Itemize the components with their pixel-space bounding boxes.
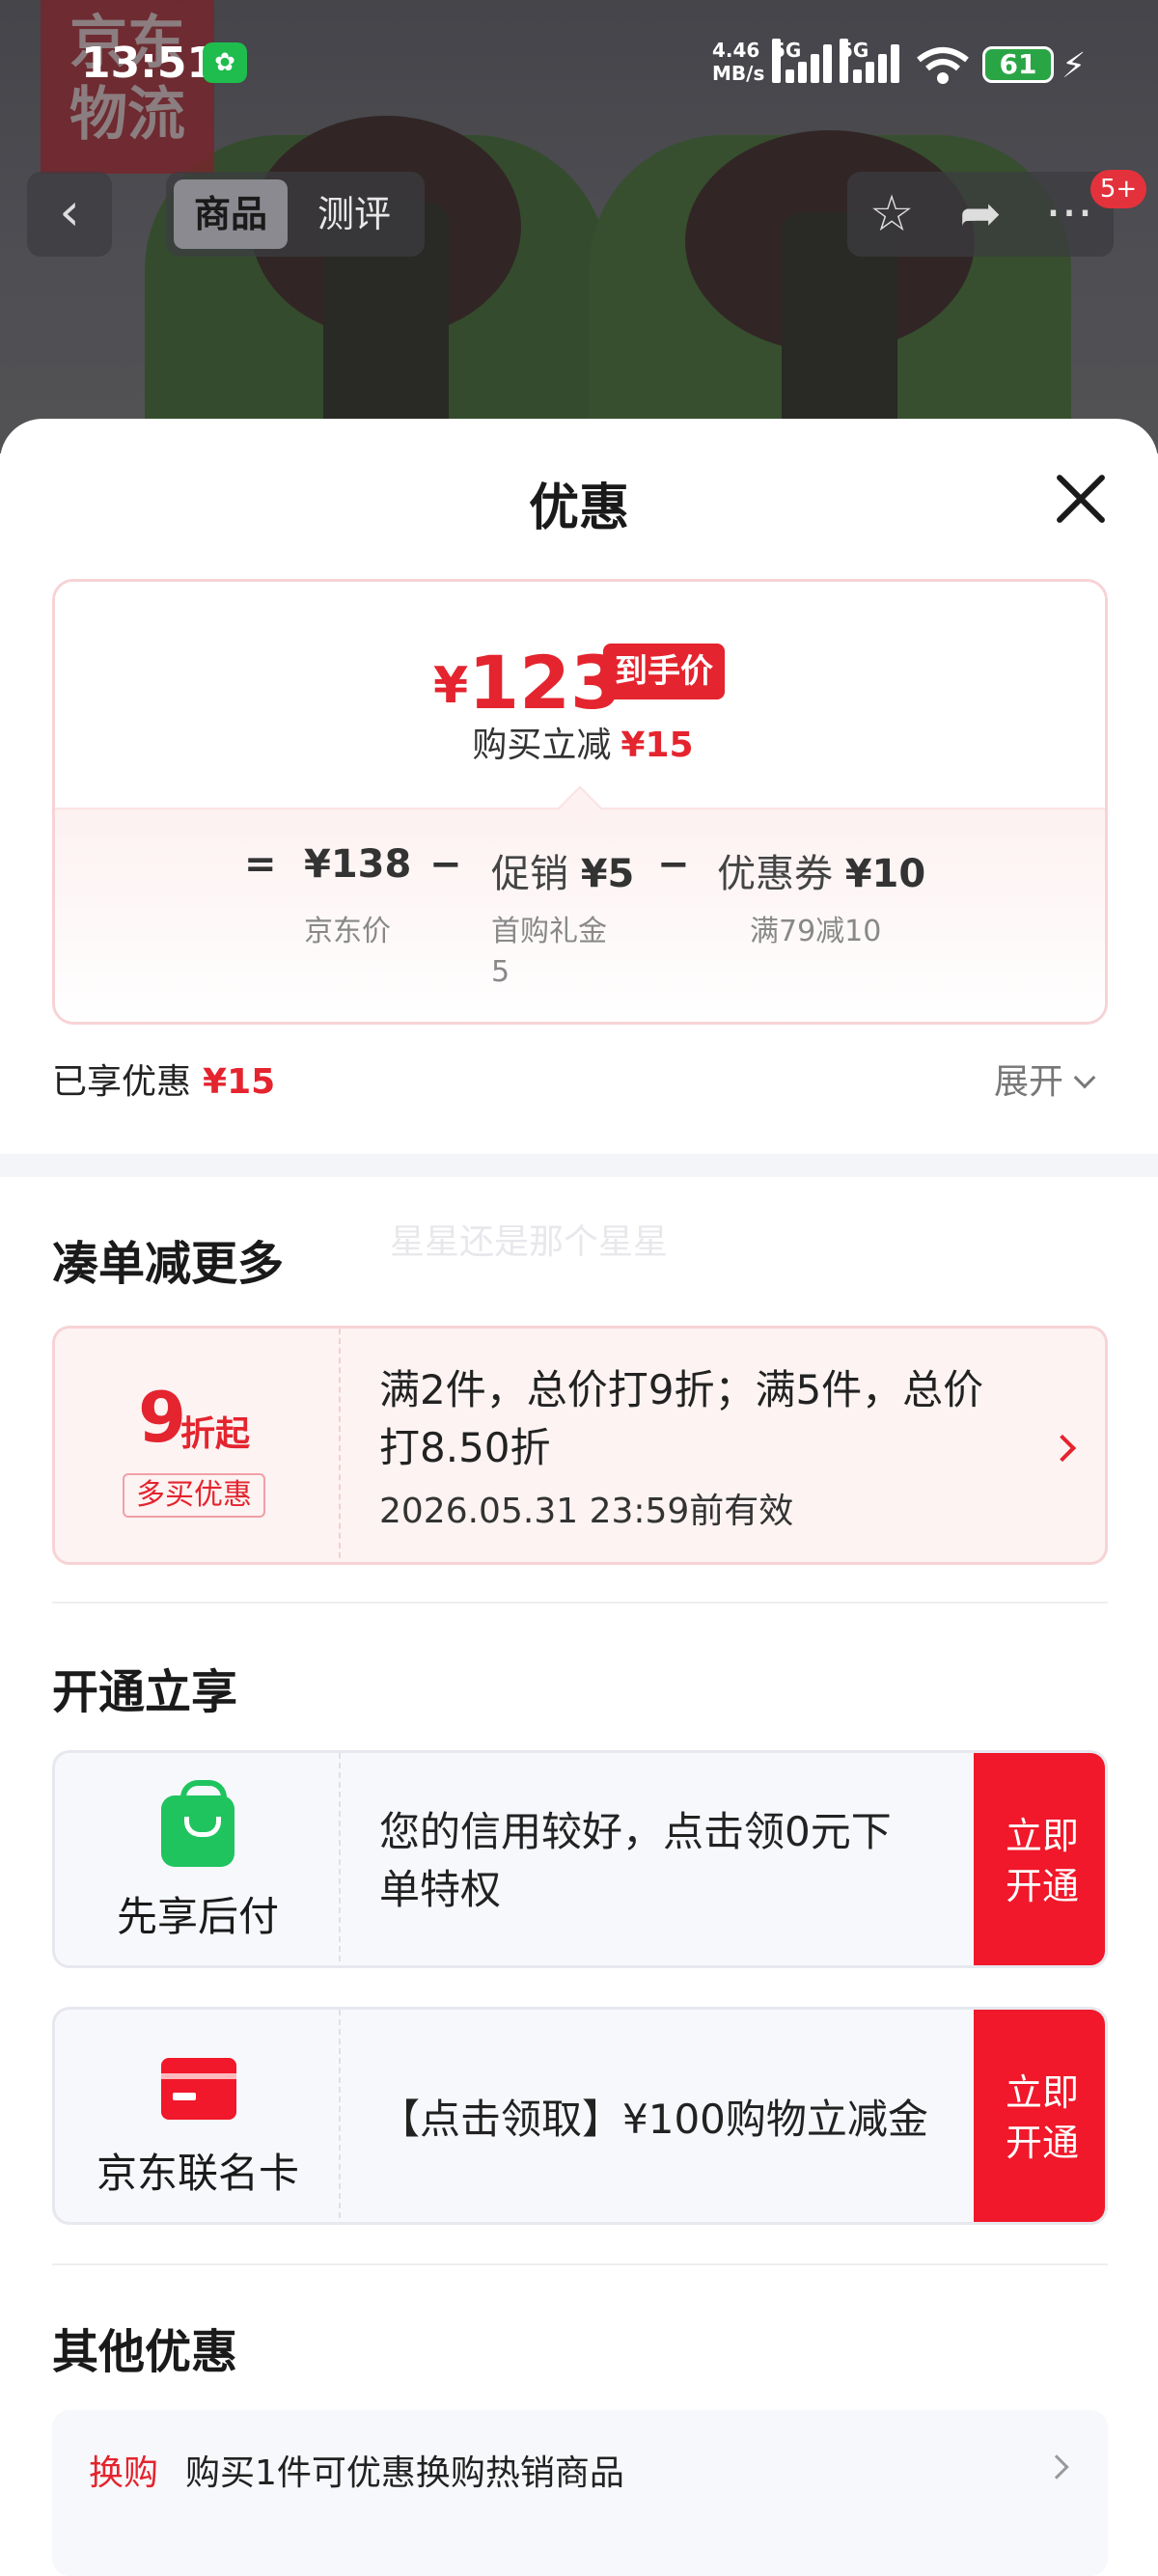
- signal-icon-2: 5G: [840, 39, 905, 83]
- sheet-title: 优惠: [528, 480, 629, 537]
- expand-button[interactable]: 展开: [994, 1054, 1096, 1104]
- top-tabs: 商品 测评: [166, 172, 425, 257]
- coupon-value: 优惠券 ¥10: [717, 852, 926, 896]
- section-title-open: 开通立享: [52, 1665, 238, 1719]
- battery-indicator: 61: [982, 46, 1054, 83]
- exchange-offer-item[interactable]: 换购 购买1件可优惠换购热销商品: [52, 2410, 1108, 2576]
- credit-card-name: 京东联名卡: [96, 2150, 299, 2197]
- coupon-label: 满79减10: [750, 915, 882, 948]
- section-title-other: 其他优惠: [52, 2325, 238, 2379]
- back-button[interactable]: ‹: [27, 172, 112, 257]
- exchange-label: 换购: [89, 2453, 159, 2493]
- shopping-bag-icon: [161, 1780, 234, 1867]
- wechat-icon: ✿: [203, 42, 247, 83]
- enjoyed-discount: 已享优惠 ¥15: [52, 1062, 276, 1102]
- instant-discount: 购买立减 ¥15: [472, 726, 694, 765]
- multi-buy-rule: 满2件，总价打9折；满5件，总价 打8.50折: [379, 1366, 984, 1471]
- activate-button[interactable]: 立即 开通: [974, 2010, 1105, 2222]
- activate-button[interactable]: 立即 开通: [974, 1753, 1105, 1965]
- favorite-star-icon[interactable]: ☆: [847, 172, 936, 257]
- status-time: 13:51: [81, 39, 217, 88]
- discount-sheet: 优惠 ¥123 到手价 购买立减 ¥15 = ¥138 − 促销 ¥5 − 优惠券…: [0, 419, 1158, 2576]
- jd-price-label: 京东价: [304, 915, 391, 948]
- promo-value: 促销 ¥5: [491, 852, 635, 896]
- pay-later-text: 您的信用较好，点击领0元下 单特权: [379, 1808, 892, 1913]
- tab-review[interactable]: 测评: [301, 179, 407, 249]
- network-speed: 4.46 MB/s: [712, 39, 765, 85]
- discount-suffix: 折起: [180, 1414, 251, 1454]
- pay-later-name: 先享后付: [116, 1893, 279, 1940]
- signal-icon-1: 5G: [772, 39, 838, 83]
- section-divider: [0, 1154, 1158, 1177]
- share-icon[interactable]: ➦: [936, 172, 1025, 257]
- charging-icon: ⚡: [1062, 46, 1087, 86]
- promo-label: 首购礼金 5: [491, 915, 607, 989]
- credit-card-text: 【点击领取】¥100购物立减金: [379, 2096, 928, 2143]
- final-price: ¥123: [433, 640, 621, 726]
- exchange-text: 购买1件可优惠换购热销商品: [185, 2453, 624, 2493]
- credit-card-icon: [161, 2058, 236, 2120]
- section-title-bundle: 凑单减更多: [52, 1237, 285, 1291]
- minus-sign: −: [429, 842, 462, 887]
- pay-later-card[interactable]: 先享后付 您的信用较好，点击领0元下 单特权 立即 开通: [52, 1750, 1108, 1968]
- divider: [52, 1602, 1108, 1603]
- multi-buy-tag: 多买优惠: [123, 1473, 265, 1518]
- top-actions: ☆ ➦ ···: [847, 172, 1114, 257]
- discount-number: 9: [138, 1377, 187, 1458]
- close-icon[interactable]: [1046, 465, 1116, 534]
- price-breakdown-card: ¥123 到手价 购买立减 ¥15 = ¥138 − 促销 ¥5 − 优惠券 ¥1…: [52, 579, 1108, 1025]
- divider: [52, 2263, 1108, 2265]
- message-badge: 5+: [1090, 170, 1146, 208]
- multi-buy-card[interactable]: 9 折起 多买优惠 满2件，总价打9折；满5件，总价 打8.50折 2026.0…: [52, 1326, 1108, 1565]
- jd-price-value: ¥138: [304, 842, 412, 887]
- minus-sign: −: [657, 842, 690, 887]
- jd-credit-card[interactable]: 京东联名卡 【点击领取】¥100购物立减金 立即 开通: [52, 2007, 1108, 2225]
- wifi-icon: [917, 47, 969, 84]
- chevron-right-icon: [1044, 2454, 1069, 2480]
- chevron-right-icon: [1048, 1434, 1077, 1463]
- tab-goods[interactable]: 商品: [174, 179, 288, 249]
- equals-sign: =: [244, 842, 277, 887]
- multi-buy-deadline: 2026.05.31 23:59前有效: [379, 1492, 794, 1531]
- watermark-text: 星星还是那个星星: [390, 1222, 669, 1262]
- final-price-tag: 到手价: [603, 644, 725, 699]
- chevron-down-icon: [1073, 1066, 1096, 1089]
- status-bar: 13:51 ✿ 4.46 MB/s 5G 5G 61 ⚡: [0, 0, 1158, 125]
